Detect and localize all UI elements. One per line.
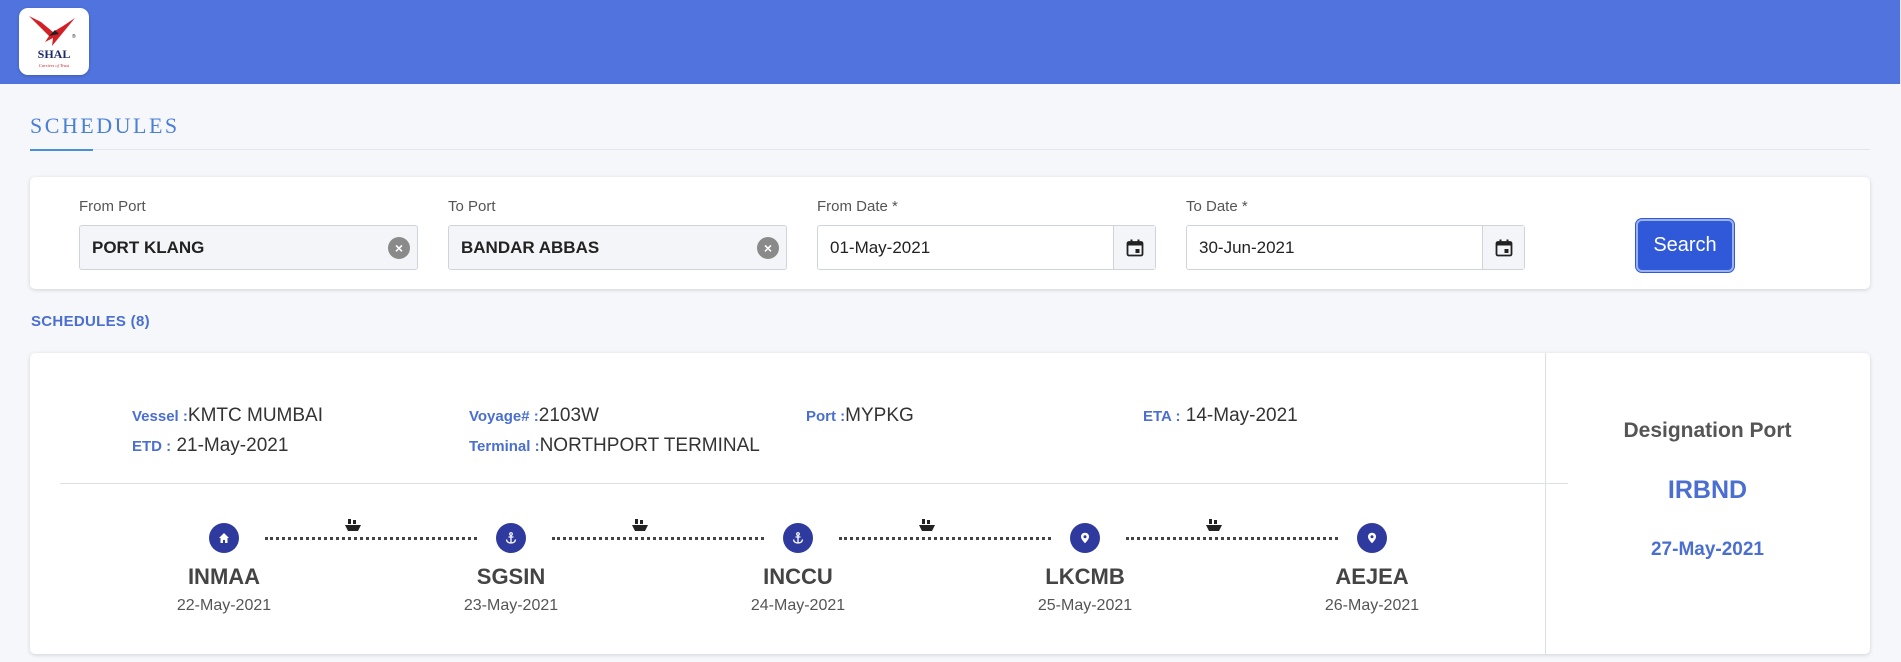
ship-icon xyxy=(345,519,361,531)
to-port-label: To Port xyxy=(448,198,496,215)
from-port-field: From Port PORT KLANG × xyxy=(79,198,418,270)
map-pin-icon xyxy=(1070,523,1100,553)
to-date-field: To Date * 30-Jun-2021 xyxy=(1186,198,1525,270)
eta-label: ETA : xyxy=(1143,408,1181,425)
search-filter-card: From Port PORT KLANG × To Port BANDAR AB… xyxy=(30,177,1870,289)
route-leg-4 xyxy=(1126,537,1338,540)
title-underline xyxy=(30,149,93,151)
vessel-label: Vessel : xyxy=(132,408,188,425)
ship-icon xyxy=(1206,519,1222,531)
anchor-icon xyxy=(783,523,813,553)
destination-date: 27-May-2021 xyxy=(1650,539,1765,560)
ship-icon xyxy=(919,519,935,531)
to-port-select[interactable]: BANDAR ABBAS × xyxy=(448,225,787,270)
route-stop-code: AEJEA xyxy=(1335,564,1409,589)
to-port-field: To Port BANDAR ABBAS × xyxy=(448,198,787,270)
route-stop-date: 25-May-2021 xyxy=(1037,597,1133,614)
from-port-select[interactable]: PORT KLANG × xyxy=(79,225,418,270)
to-date-input[interactable]: 30-Jun-2021 xyxy=(1186,225,1525,270)
etd-info: ETD : 21-May-2021 xyxy=(132,435,288,457)
to-date-label: To Date * xyxy=(1186,198,1248,215)
eta-value: 14-May-2021 xyxy=(1180,405,1298,426)
terminal-label: Terminal : xyxy=(469,438,540,455)
route-stop-code: INCCU xyxy=(763,564,833,589)
from-date-field: From Date * 01-May-2021 xyxy=(817,198,1156,270)
anchor-icon xyxy=(496,523,526,553)
route-stop-code: LKCMB xyxy=(1045,564,1125,589)
voyage-label: Voyage# : xyxy=(469,408,539,425)
map-pin-icon xyxy=(1357,523,1387,553)
voyage-info: Voyage# :2103W xyxy=(469,405,599,427)
logo-trademark: ® xyxy=(72,33,76,40)
voyage-value: 2103W xyxy=(538,405,599,426)
logo-graphic: ® SHAL Carriers of Trust xyxy=(29,16,76,68)
port-info: Port :MYPKG xyxy=(806,405,914,427)
card-divider xyxy=(60,483,1568,484)
schedule-card[interactable]: Vessel :KMTC MUMBAI ETD : 21-May-2021 Vo… xyxy=(30,353,1870,654)
terminal-info: Terminal :NORTHPORT TERMINAL xyxy=(469,435,760,457)
home-icon xyxy=(209,523,239,553)
route-leg-1 xyxy=(265,537,477,540)
etd-value: 21-May-2021 xyxy=(171,435,289,456)
from-port-value: PORT KLANG xyxy=(92,237,205,257)
top-header-bar: ® SHAL Carriers of Trust xyxy=(0,0,1901,84)
to-date-value: 30-Jun-2021 xyxy=(1199,237,1295,257)
clear-from-port-icon[interactable]: × xyxy=(388,236,410,259)
port-label: Port : xyxy=(806,408,846,425)
from-date-calendar-icon[interactable] xyxy=(1113,226,1155,269)
from-date-value: 01-May-2021 xyxy=(830,237,931,257)
destination-title: Designation Port xyxy=(1623,419,1792,442)
route-stop-code: SGSIN xyxy=(476,564,546,589)
clear-to-port-icon[interactable]: × xyxy=(757,236,779,259)
route-leg-2 xyxy=(552,537,764,540)
destination-code: IRBND xyxy=(1667,476,1748,504)
etd-label: ETD : xyxy=(132,438,172,455)
eta-info: ETA : 14-May-2021 xyxy=(1143,405,1298,427)
route-stop-code: INMAA xyxy=(187,564,261,589)
vessel-info: Vessel :KMTC MUMBAI xyxy=(132,405,323,427)
schedules-count: SCHEDULES (8) xyxy=(31,313,150,330)
route-stop-date: 22-May-2021 xyxy=(176,597,272,614)
shal-logo[interactable]: ® SHAL Carriers of Trust xyxy=(19,8,89,75)
search-button[interactable]: Search xyxy=(1636,219,1734,272)
to-date-calendar-icon[interactable] xyxy=(1482,226,1524,269)
to-port-value: BANDAR ABBAS xyxy=(461,237,600,257)
page-title: SCHEDULES xyxy=(30,113,180,138)
route-leg-3 xyxy=(839,537,1051,540)
from-port-label: From Port xyxy=(79,198,146,215)
route-stop-date: 23-May-2021 xyxy=(463,597,559,614)
terminal-value: NORTHPORT TERMINAL xyxy=(539,435,760,456)
vessel-value: KMTC MUMBAI xyxy=(187,405,323,426)
title-divider xyxy=(30,149,1870,150)
logo-tagline: Carriers of Trust xyxy=(39,63,70,68)
from-date-label: From Date * xyxy=(817,198,898,215)
ship-icon xyxy=(632,519,648,531)
logo-wordmark: SHAL xyxy=(38,47,71,61)
port-value: MYPKG xyxy=(845,405,914,426)
route-stop-date: 24-May-2021 xyxy=(750,597,846,614)
route-stop-date: 26-May-2021 xyxy=(1324,597,1420,614)
from-date-input[interactable]: 01-May-2021 xyxy=(817,225,1156,270)
